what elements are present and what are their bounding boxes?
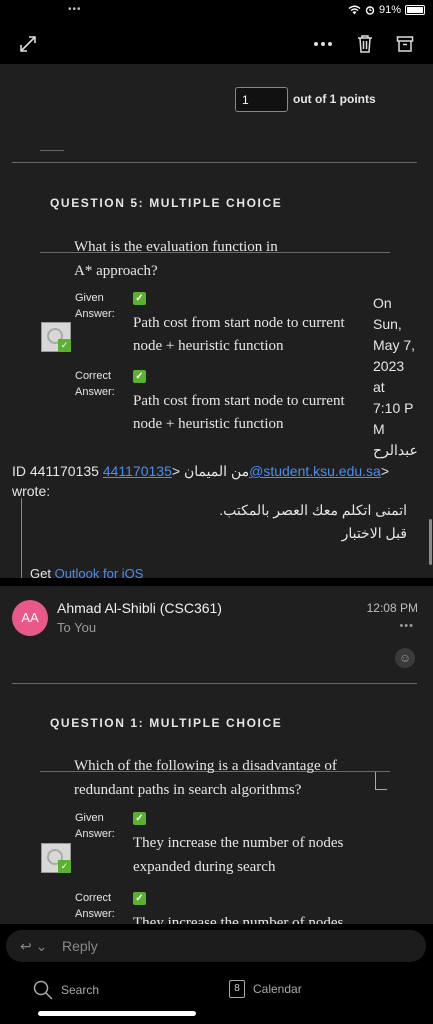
points-input[interactable]: 1 — [235, 87, 288, 112]
question-header: QUESTION 1: MULTIPLE CHOICE — [50, 716, 283, 730]
message-toolbar — [0, 24, 433, 64]
short-divider — [40, 150, 64, 151]
question-text-line2: redundant paths in search algorithms? — [74, 782, 302, 798]
correct-label-2: Answer: — [75, 908, 115, 920]
points-label: out of 1 points — [293, 92, 376, 106]
given-answer-line1: Path cost from start node to current — [133, 315, 345, 331]
divider — [12, 162, 417, 163]
given-label-2: Answer: — [75, 828, 115, 840]
question-text-line1: What is the evaluation function in — [74, 239, 278, 255]
given-label: Given — [75, 292, 104, 304]
check-icon: ✓ — [133, 370, 146, 383]
correct-thumbnail-icon — [41, 843, 71, 873]
more-icon[interactable] — [309, 30, 337, 58]
home-indicator — [38, 1011, 196, 1016]
message-time: 12:08 PM — [366, 601, 418, 615]
correct-thumbnail-icon — [41, 322, 71, 352]
archive-icon[interactable] — [391, 30, 419, 58]
battery-icon — [405, 5, 425, 15]
reaction-icon[interactable]: ☺ — [395, 648, 415, 668]
calendar-icon: 8 — [229, 980, 245, 998]
tab-search[interactable]: Search — [33, 980, 99, 1000]
correct-label-2: Answer: — [75, 386, 115, 398]
date-line: عبدالرح — [373, 442, 418, 458]
question-header: QUESTION 5: MULTIPLE CHOICE — [50, 196, 283, 210]
quoted-text-line1: اتمنى اتكلم معك العصر بالمكتب. — [219, 502, 407, 518]
message-body-2[interactable]: AA Ahmad Al-Shibli (CSC361) To You 12:08… — [0, 586, 433, 924]
wifi-icon — [348, 5, 361, 15]
date-line: May 7, — [373, 337, 416, 353]
search-icon — [33, 980, 53, 1000]
correct-answer-line1: Path cost from start node to current — [133, 393, 345, 409]
reply-button[interactable]: ↩ ⌄ Reply — [6, 930, 426, 962]
correct-answer-line1: They increase the number of nodes — [133, 915, 344, 924]
quoted-sender-line: ID 441170135 من الميمان <441170135@stude… — [12, 461, 389, 481]
bracket-mark — [375, 772, 387, 790]
correct-label: Correct — [75, 892, 112, 904]
signature-prefix: Get — [30, 566, 55, 578]
correct-answer-line2: node + heuristic function — [133, 416, 284, 432]
date-line: M — [373, 421, 385, 437]
wrote-label: wrote: — [12, 483, 51, 499]
question-text-line1: Which of the following is a disadvantage… — [74, 758, 337, 774]
given-label: Given — [75, 812, 104, 824]
check-icon: ✓ — [133, 892, 146, 905]
given-answer-line2: node + heuristic function — [133, 338, 284, 354]
date-line: at — [373, 379, 385, 395]
outlook-ios-link[interactable]: Outlook for iOS — [55, 566, 144, 578]
tab-search-label: Search — [61, 983, 100, 997]
sender-name[interactable]: Ahmad Al-Shibli (CSC361) — [57, 600, 222, 616]
date-line: Sun, — [373, 316, 402, 332]
message-separator — [0, 578, 433, 586]
signature-line: Get Outlook for iOS — [30, 566, 143, 578]
date-line: 2023 — [373, 358, 405, 374]
alarm-icon — [365, 6, 375, 15]
given-label-2: Answer: — [75, 308, 115, 320]
message-body-1[interactable]: 1 out of 1 points QUESTION 5: MULTIPLE C… — [0, 64, 433, 578]
quote-bar — [21, 498, 22, 578]
check-icon: ✓ — [133, 292, 146, 305]
date-line: 7:10 P — [373, 400, 414, 416]
check-icon: ✓ — [133, 812, 146, 825]
status-bar: ••• 91% — [0, 0, 433, 24]
recipient-line[interactable]: To You — [57, 620, 96, 635]
message-more-icon[interactable]: ••• — [399, 620, 414, 632]
tab-calendar[interactable]: 8 Calendar — [229, 980, 302, 998]
correct-label: Correct — [75, 370, 112, 382]
quoted-text-line2: قبل الاختبار — [341, 525, 407, 541]
status-indicators: 91% — [348, 4, 425, 16]
quoted-date-header: On Sun, May 7, 2023 at 7:10 P M عبدالرح — [373, 293, 429, 461]
status-dots: ••• — [68, 4, 82, 15]
given-answer-line2: expanded during search — [133, 859, 276, 875]
given-answer-line1: They increase the number of nodes — [133, 835, 344, 851]
avatar[interactable]: AA — [12, 600, 48, 636]
quoted-sender-suffix: > — [380, 463, 390, 479]
reply-label: Reply — [62, 938, 98, 954]
trash-icon[interactable] — [351, 30, 379, 58]
bottom-tab-bar: Search 8 Calendar — [0, 968, 433, 1024]
divider — [12, 683, 417, 684]
question-text-line2: A* approach? — [74, 263, 158, 279]
expand-icon[interactable] — [14, 30, 42, 58]
scrollbar[interactable] — [429, 519, 432, 565]
reply-bar: ↩ ⌄ Reply — [0, 924, 433, 968]
date-line: On — [373, 295, 392, 311]
reply-arrow-icon[interactable]: ↩ ⌄ — [20, 938, 47, 955]
battery-percent: 91% — [378, 4, 401, 16]
tab-calendar-label: Calendar — [253, 982, 302, 996]
